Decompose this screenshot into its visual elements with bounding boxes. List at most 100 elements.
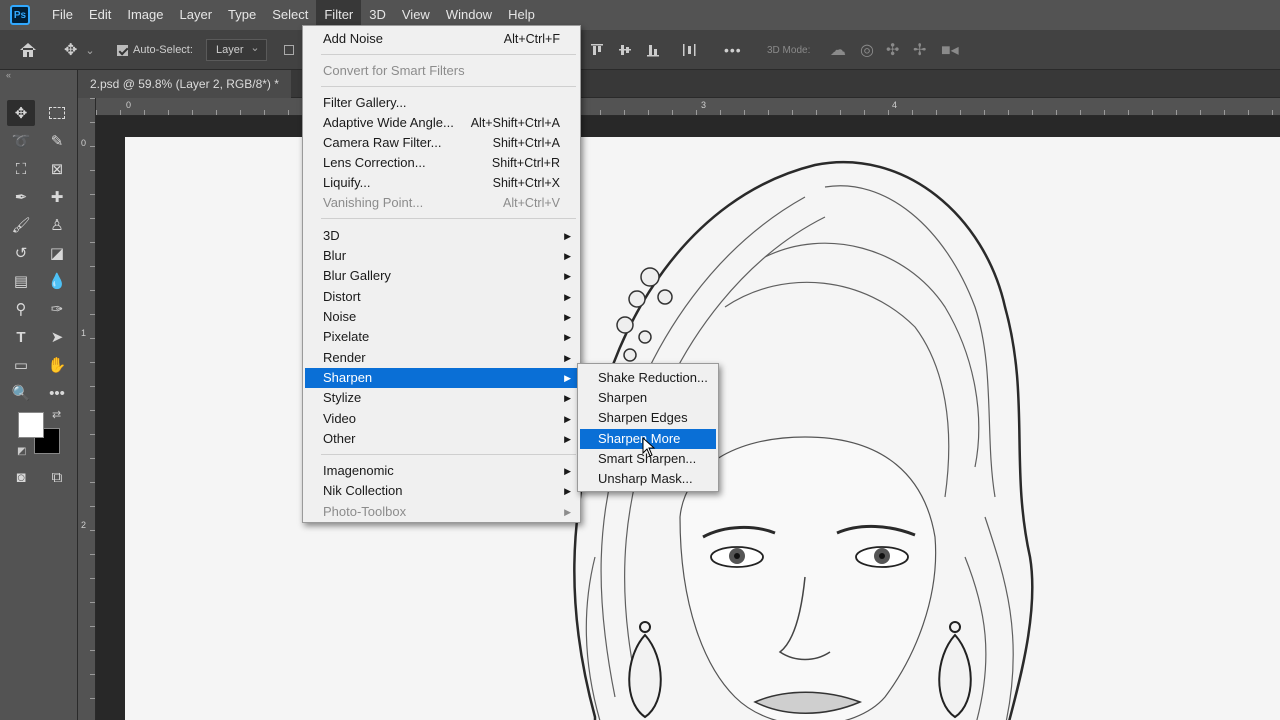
align-bottom-icon[interactable]	[646, 30, 660, 70]
swap-colors-icon[interactable]: ⇄	[52, 408, 61, 421]
ruler-label: 3	[701, 100, 707, 110]
menu-item-convert-smart-filters[interactable]: Convert for Smart Filters	[305, 61, 578, 81]
menu-separator	[321, 54, 576, 55]
hand-tool-icon[interactable]: ✋	[43, 352, 71, 378]
menu-item-label: Sharpen Edges	[598, 410, 688, 425]
menu-layer[interactable]: Layer	[172, 0, 221, 30]
path-selection-tool-icon[interactable]: ➤	[43, 324, 71, 350]
lasso-tool-icon[interactable]: ➰	[7, 128, 35, 154]
ruler-ticks	[90, 98, 95, 720]
menu-item-camera-raw-filter[interactable]: Camera Raw Filter... Shift+Ctrl+A	[305, 133, 578, 153]
mouse-cursor-icon	[642, 436, 656, 460]
menu-item-blur[interactable]: Blur ▶	[305, 246, 578, 266]
crop-tool-icon[interactable]: ⛶	[7, 156, 35, 182]
collapse-panel-icon[interactable]: «	[6, 70, 11, 80]
more-options-icon[interactable]: •••	[724, 30, 742, 70]
menu-item-3d[interactable]: 3D ▶	[305, 226, 578, 246]
menu-item-pixelate[interactable]: Pixelate ▶	[305, 327, 578, 347]
ruler-label: 0	[126, 100, 132, 110]
align-top-icon[interactable]	[590, 30, 604, 70]
foreground-color-swatch[interactable]	[18, 412, 44, 438]
screen-mode-icon[interactable]: ⧉	[43, 464, 71, 490]
checkbox-checked-icon	[117, 44, 128, 56]
pen-tool-icon[interactable]: ✑	[43, 296, 71, 322]
menu-item-imagenomic[interactable]: Imagenomic ▶	[305, 461, 578, 481]
blur-tool-icon[interactable]: 💧	[43, 268, 71, 294]
menu-item-noise[interactable]: Noise ▶	[305, 307, 578, 327]
menu-edit[interactable]: Edit	[81, 0, 119, 30]
eraser-tool-icon[interactable]: ◪	[43, 240, 71, 266]
menu-item-add-noise[interactable]: Add Noise Alt+Ctrl+F	[305, 29, 578, 49]
submenu-arrow-icon: ▶	[564, 292, 571, 302]
transform-controls-checkbox[interactable]	[284, 30, 294, 70]
menu-item-photo-toolbox[interactable]: Photo-Toolbox ▶	[305, 502, 578, 522]
menu-item-label: Liquify...	[323, 175, 371, 190]
roll-3d-icon[interactable]: ◎	[860, 30, 874, 70]
menu-type[interactable]: Type	[220, 0, 264, 30]
menu-item-sharpen[interactable]: Sharpen ▶	[305, 368, 578, 388]
menu-item-shortcut: Alt+Shift+Ctrl+A	[470, 116, 560, 130]
zoom-tool-icon[interactable]: 🔍	[7, 380, 35, 406]
menu-file[interactable]: File	[44, 0, 81, 30]
menu-item-distort[interactable]: Distort ▶	[305, 287, 578, 307]
menu-item-label: Filter Gallery...	[323, 95, 407, 110]
brush-tool-icon[interactable]: 🖌	[7, 212, 35, 238]
tools-panel: « ✥ ➰ ✎ ⛶ ⊠ ✒ ✚ 🖌 ♙ ↺ ◪ ▤ 💧 ⚲ ✑ T ➤ ▭ ✋ …	[0, 70, 78, 720]
gradient-tool-icon[interactable]: ▤	[7, 268, 35, 294]
move-tool-icon[interactable]: ✥	[7, 100, 35, 126]
more-tools-icon[interactable]: •••	[43, 380, 71, 406]
submenu-arrow-icon: ▶	[564, 507, 571, 517]
history-brush-tool-icon[interactable]: ↺	[7, 240, 35, 266]
submenu-item-unsharp-mask[interactable]: Unsharp Mask...	[580, 469, 716, 489]
submenu-arrow-icon: ▶	[564, 434, 571, 444]
submenu-arrow-icon: ▶	[564, 231, 571, 241]
photoshop-logo-icon[interactable]: Ps	[10, 5, 30, 25]
menu-item-nik-collection[interactable]: Nik Collection ▶	[305, 481, 578, 501]
ruler-label: 0	[81, 138, 87, 148]
move-tool-icon[interactable]: ✥ ⌄	[64, 30, 95, 70]
align-vertical-center-icon[interactable]	[618, 30, 632, 70]
menu-item-label: Other	[323, 431, 356, 446]
menu-item-other[interactable]: Other ▶	[305, 429, 578, 449]
auto-select-checkbox[interactable]: Auto-Select:	[117, 30, 193, 70]
camera-3d-icon[interactable]: ■◂	[941, 30, 959, 70]
menu-item-video[interactable]: Video ▶	[305, 409, 578, 429]
menu-item-filter-gallery[interactable]: Filter Gallery...	[305, 93, 578, 113]
slide-3d-icon[interactable]: ✢	[913, 30, 926, 70]
eyedropper-tool-icon[interactable]: ✒	[7, 184, 35, 210]
menu-item-render[interactable]: Render ▶	[305, 348, 578, 368]
submenu-item-sharpen-edges[interactable]: Sharpen Edges	[580, 408, 716, 428]
menu-item-blur-gallery[interactable]: Blur Gallery ▶	[305, 266, 578, 286]
rectangle-tool-icon[interactable]: ▭	[7, 352, 35, 378]
marquee-tool-icon[interactable]	[43, 100, 71, 126]
pan-3d-icon[interactable]: ✣	[886, 30, 899, 70]
quick-select-tool-icon[interactable]: ✎	[43, 128, 71, 154]
menu-item-adaptive-wide-angle[interactable]: Adaptive Wide Angle... Alt+Shift+Ctrl+A	[305, 113, 578, 133]
frame-tool-icon[interactable]: ⊠	[43, 156, 71, 182]
healing-brush-tool-icon[interactable]: ✚	[43, 184, 71, 210]
submenu-item-sharpen[interactable]: Sharpen	[580, 388, 716, 408]
quick-mask-icon[interactable]: ◙	[7, 464, 35, 490]
menu-separator	[321, 86, 576, 87]
document-tab[interactable]: 2.psd @ 59.8% (Layer 2, RGB/8*) *	[78, 70, 291, 98]
filter-menu-dropdown: Add Noise Alt+Ctrl+F Convert for Smart F…	[302, 25, 581, 523]
menu-item-vanishing-point[interactable]: Vanishing Point... Alt+Ctrl+V	[305, 193, 578, 213]
default-colors-icon[interactable]: ◩	[17, 446, 26, 457]
menu-item-stylize[interactable]: Stylize ▶	[305, 388, 578, 408]
submenu-arrow-icon: ▶	[564, 486, 571, 496]
menu-item-liquify[interactable]: Liquify... Shift+Ctrl+X	[305, 173, 578, 193]
menu-item-shortcut: Shift+Ctrl+X	[492, 176, 560, 190]
submenu-item-shake-reduction[interactable]: Shake Reduction...	[580, 368, 716, 388]
type-tool-icon[interactable]: T	[7, 324, 35, 350]
clone-stamp-tool-icon[interactable]: ♙	[43, 212, 71, 238]
ruler-label: 4	[892, 100, 898, 110]
dodge-tool-icon[interactable]: ⚲	[7, 296, 35, 322]
orbit-3d-icon[interactable]: ☁	[830, 30, 846, 70]
menu-item-label: Blur	[323, 248, 347, 263]
menu-image[interactable]: Image	[119, 0, 171, 30]
menu-item-label: Sharpen	[598, 390, 648, 405]
home-icon[interactable]	[18, 30, 38, 70]
auto-select-dropdown[interactable]: Layer	[206, 38, 267, 61]
menu-item-lens-correction[interactable]: Lens Correction... Shift+Ctrl+R	[305, 153, 578, 173]
distribute-icon[interactable]	[682, 30, 696, 70]
